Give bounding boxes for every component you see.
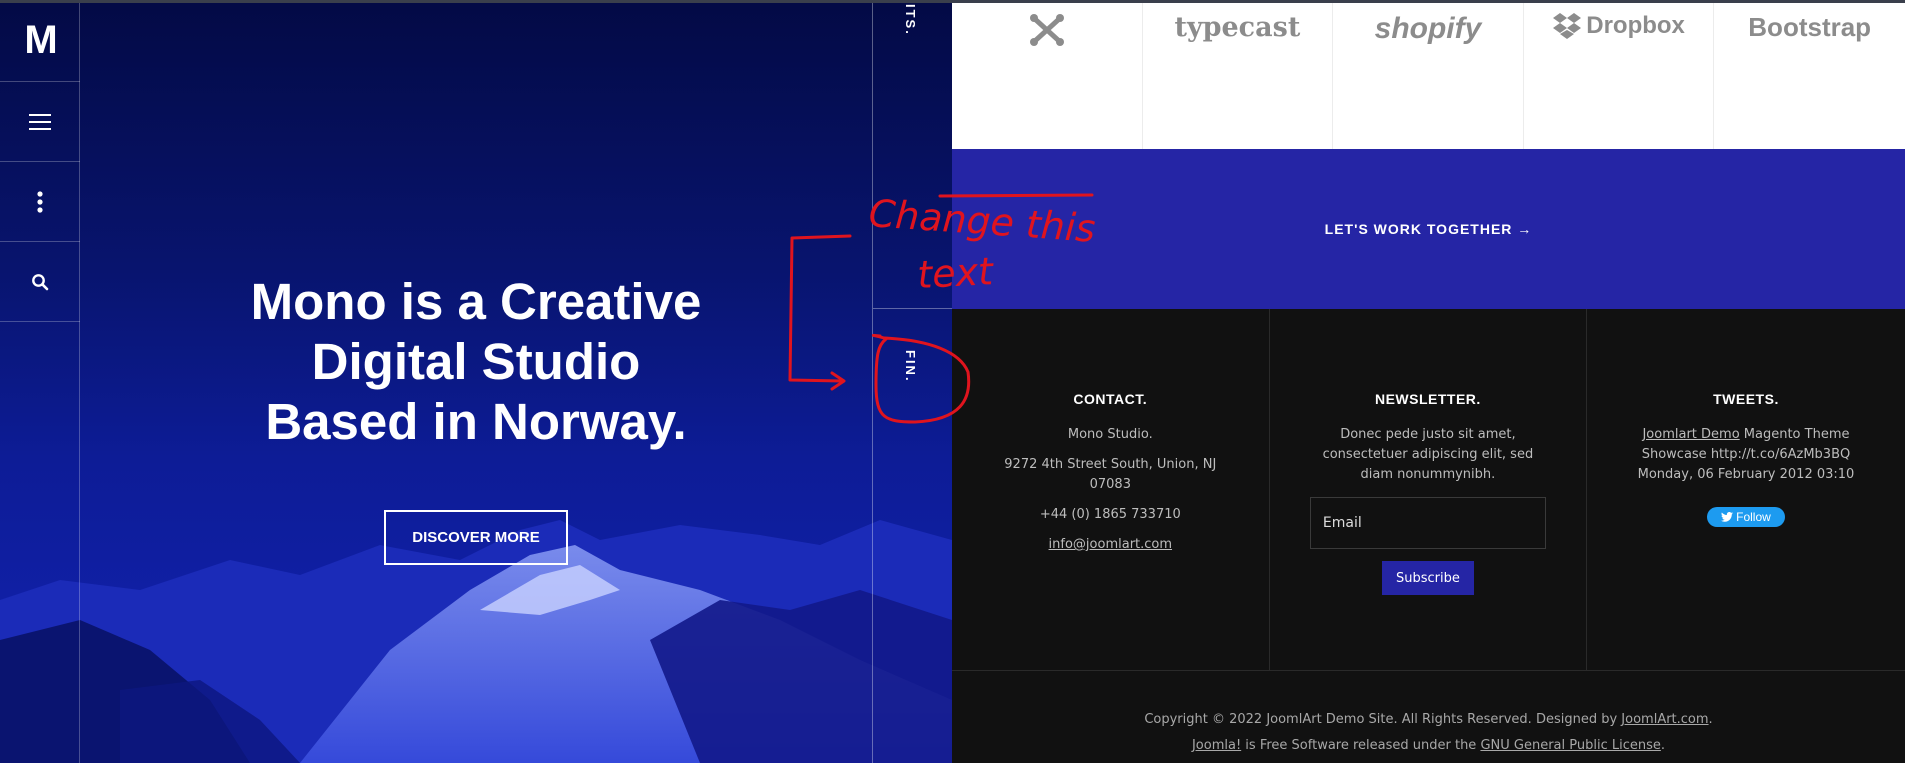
hero-title-line-3: Based in Norway. — [265, 393, 687, 450]
newsletter-column: NEWSLETTER. Donec pede justo sit amet, c… — [1270, 309, 1588, 671]
logo-shopify[interactable]: shopify — [1333, 0, 1524, 149]
shopify-wordmark: shopify — [1374, 12, 1482, 45]
joomla-link[interactable]: Joomla! — [1192, 738, 1241, 753]
section-label-top[interactable]: ITS. — [903, 4, 918, 36]
menu-button[interactable] — [0, 82, 80, 162]
more-options-button[interactable] — [0, 162, 80, 242]
gpl-link[interactable]: GNU General Public License — [1480, 738, 1660, 753]
tweet-line-1: Joomlart Demo Magento Theme — [1587, 425, 1905, 445]
hero-section: M Mono is a Creative Digital Studio Base… — [0, 0, 952, 763]
strip-divider — [873, 308, 952, 309]
dropbox-icon — [1553, 13, 1582, 39]
footer-columns: CONTACT. Mono Studio. 9272 4th Street So… — [952, 309, 1905, 671]
tweet-author-link[interactable]: Joomlart Demo — [1642, 427, 1739, 442]
site-footer: CONTACT. Mono Studio. 9272 4th Street So… — [952, 309, 1905, 763]
twitter-follow-button[interactable]: Follow — [1706, 507, 1785, 527]
copyright-line-2: Joomla! is Free Software released under … — [952, 733, 1905, 759]
hero-title-line-2: Digital Studio — [311, 333, 641, 390]
hamburger-menu-icon — [29, 113, 51, 130]
license-text: is Free Software released under the — [1241, 738, 1481, 753]
browser-top-border — [0, 0, 1905, 3]
contact-title: CONTACT. — [1073, 391, 1148, 407]
work-together-link[interactable]: LET'S WORK TOGETHER → — [1325, 221, 1533, 237]
vertical-section-nav: ITS. FIN. — [872, 0, 952, 763]
copyright-line-1: Copyright © 2022 JoomlArt Demo Site. All… — [952, 707, 1905, 733]
logo-joomla[interactable] — [952, 0, 1143, 149]
dropbox-logo: Dropbox — [1552, 12, 1685, 149]
logo-typecast[interactable]: typecast — [1143, 0, 1334, 149]
copyright-text: Copyright © 2022 JoomlArt Demo Site. All… — [1144, 712, 1622, 727]
joomla-logo-icon — [1029, 14, 1064, 46]
contact-address: 9272 4th Street South, Union, NJ 07083 — [1004, 457, 1217, 492]
twitter-bird-icon — [1721, 512, 1734, 522]
logo-bootstrap[interactable]: Bootstrap — [1714, 0, 1905, 149]
newsletter-email-input[interactable]: Email — [1309, 497, 1546, 549]
newsletter-title: NEWSLETTER. — [1374, 391, 1481, 407]
license-suffix: . — [1660, 738, 1666, 753]
tweets-title: TWEETS. — [1713, 391, 1779, 407]
joomlart-link[interactable]: JoomlArt.com — [1621, 712, 1708, 727]
contact-email-link[interactable]: info@joomlart.com — [1049, 537, 1172, 552]
vertical-dots-icon — [37, 190, 43, 213]
subscribe-button[interactable]: Subscribe — [1381, 561, 1474, 595]
contact-phone: +44 (0) 1865 733710 — [1039, 507, 1181, 522]
contact-name: Mono Studio. — [1067, 427, 1153, 442]
copyright-suffix: . — [1708, 712, 1713, 727]
follow-label: Follow — [1736, 510, 1771, 524]
section-label-fin[interactable]: FIN. — [903, 350, 918, 383]
discover-more-button[interactable]: DISCOVER MORE — [384, 510, 568, 565]
work-together-band[interactable]: LET'S WORK TOGETHER → — [952, 149, 1905, 309]
logo-mark: M — [24, 18, 57, 62]
newsletter-description: Donec pede justo sit amet, consectetuer … — [1322, 427, 1534, 482]
site-logo[interactable]: M — [0, 0, 80, 82]
tweet-text-1: Magento Theme — [1739, 427, 1850, 442]
copyright-block: Copyright © 2022 JoomlArt Demo Site. All… — [952, 707, 1905, 759]
contact-column: CONTACT. Mono Studio. 9272 4th Street So… — [952, 309, 1270, 671]
side-rail: M — [0, 0, 80, 763]
bootstrap-wordmark: Bootstrap — [1748, 12, 1872, 42]
logo-dropbox[interactable]: Dropbox — [1524, 0, 1715, 149]
search-icon — [32, 273, 49, 290]
client-logos-row: typecast shopify Dropbox Bootstrap — [952, 0, 1905, 149]
hero-title: Mono is a Creative Digital Studio Based … — [200, 272, 752, 452]
hero-title-line-1: Mono is a Creative — [250, 273, 702, 330]
search-button[interactable] — [0, 242, 80, 322]
dropbox-wordmark: Dropbox — [1586, 12, 1685, 39]
typecast-wordmark: typecast — [1174, 12, 1301, 43]
tweet-line-2[interactable]: Showcase http://t.co/6AzMb3BQ — [1587, 445, 1905, 465]
tweet-date: Monday, 06 February 2012 03:10 — [1637, 467, 1855, 482]
tweets-column: TWEETS. Joomlart Demo Magento Theme Show… — [1587, 309, 1905, 671]
